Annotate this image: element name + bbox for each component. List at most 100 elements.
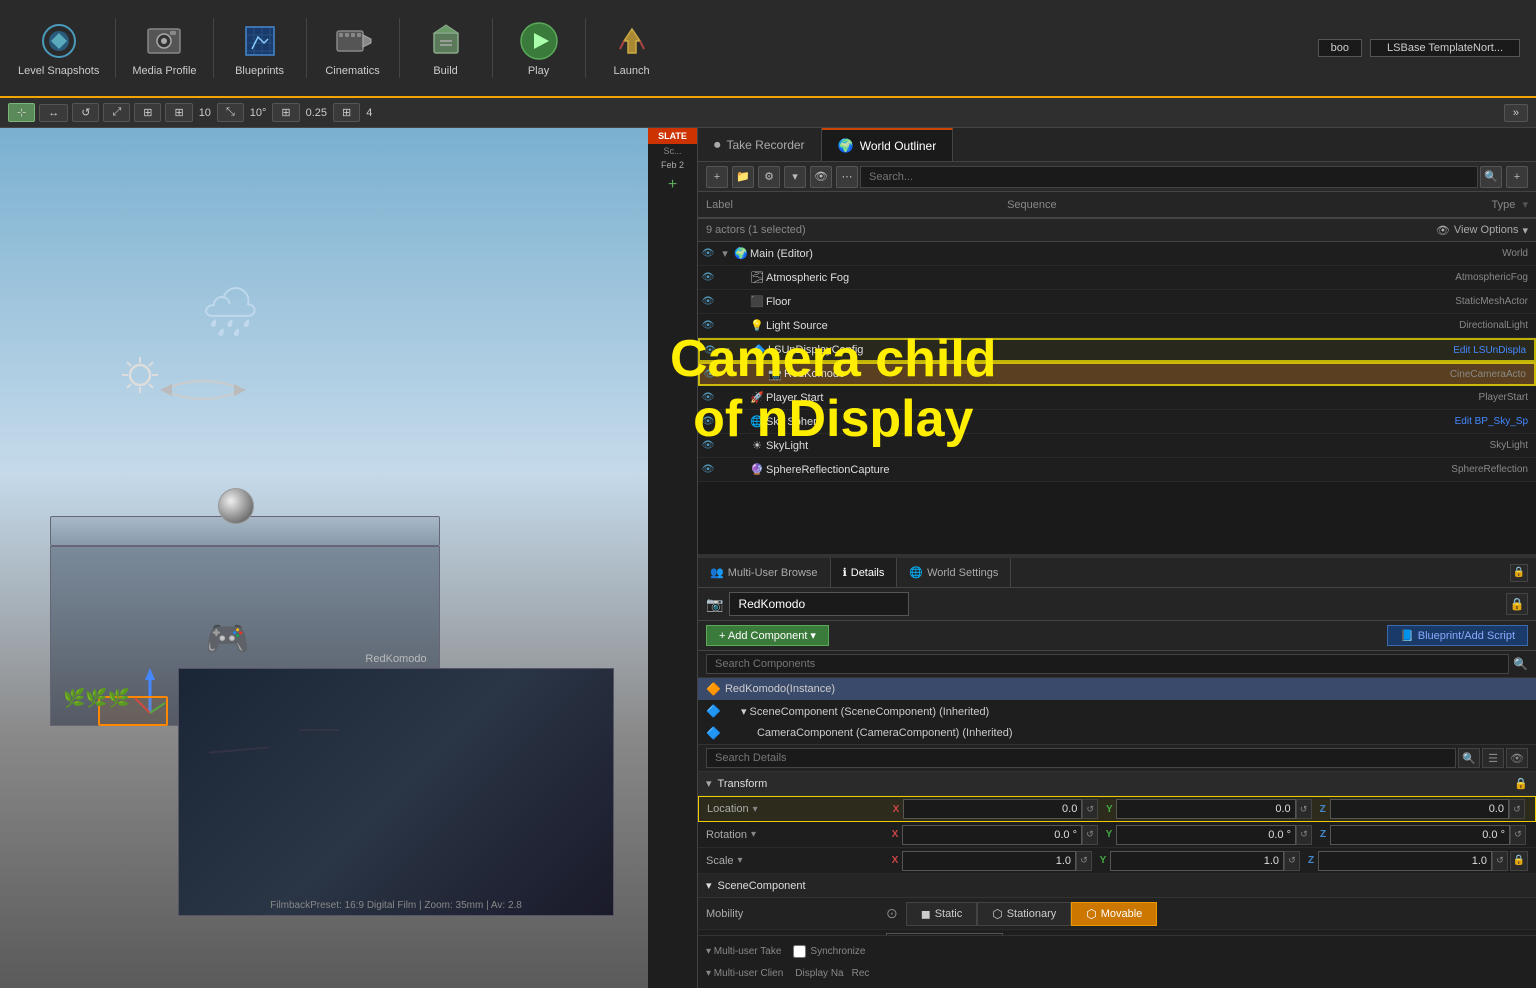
scale-z-reset[interactable]: ↺ [1492, 851, 1508, 871]
table-row[interactable]: 👁 🚀 Player Start PlayerStart [698, 386, 1536, 410]
actor-name-skylight: SkyLight [766, 440, 1043, 452]
grid-tool-btn[interactable]: ⊞ [165, 103, 192, 122]
rotation-z-input[interactable] [1330, 825, 1510, 845]
location-z-input[interactable] [1330, 799, 1509, 819]
visibility-icon[interactable]: 👁 [698, 320, 718, 331]
rotation-z-reset[interactable]: ↺ [1510, 825, 1526, 845]
rotation-y-reset[interactable]: ↺ [1296, 825, 1312, 845]
tab-world-outliner[interactable]: 🌍 World Outliner [822, 128, 954, 161]
actor-lock-btn[interactable]: 🔒 [1506, 593, 1528, 615]
filter-btn[interactable]: ▾ [784, 166, 806, 188]
view-options-btn[interactable]: 👁 View Options ▾ [1436, 224, 1528, 237]
table-row[interactable]: 👁 📷 RedKomodo CineCameraActo [698, 362, 1536, 386]
table-row[interactable]: 👁 ▾ 🌍 Main (Editor) World [698, 242, 1536, 266]
scale-lock-btn[interactable]: 🔒 [1510, 851, 1528, 871]
col-sequence-header: Sequence [999, 199, 1300, 211]
settings-btn[interactable]: ⚙ [758, 166, 780, 188]
scale-x-input[interactable] [902, 851, 1076, 871]
viewport-panel[interactable]: 🌧 [0, 128, 648, 988]
folder-btn[interactable]: 📁 [732, 166, 754, 188]
table-row[interactable]: 👁 ⬛ Floor StaticMeshActor [698, 290, 1536, 314]
scale-y-reset[interactable]: ↺ [1284, 851, 1300, 871]
multi-user-bottom: ▾ Multi-user Take Synchronize ▾ Multi-us… [698, 935, 1536, 988]
transform-tool-btn[interactable]: ⊞ [134, 103, 161, 122]
date-label: Feb 2 [648, 158, 697, 172]
launch-btn[interactable]: Launch [602, 19, 662, 77]
rotation-x-reset[interactable]: ↺ [1082, 825, 1098, 845]
search-details-input[interactable] [706, 748, 1456, 768]
component-row-camera[interactable]: 🔷 CameraComponent (CameraComponent) (Inh… [698, 722, 1536, 744]
tab-multi-user[interactable]: 👥 Multi-User Browse [698, 558, 831, 587]
tab-world-settings[interactable]: 🌐 World Settings [897, 558, 1011, 587]
select-tool-btn[interactable]: ⊹ [8, 103, 35, 122]
level-snapshots-btn[interactable]: Level Snapshots [18, 19, 99, 77]
mobility-movable-btn[interactable]: ⬡ Movable [1071, 902, 1157, 926]
transform-section-header[interactable]: ▾ Transform 🔒 [698, 772, 1536, 796]
table-row[interactable]: 👁 🌫 Atmospheric Fog AtmosphericFog [698, 266, 1536, 290]
cinematics-btn[interactable]: Cinematics [323, 19, 383, 77]
location-z-reset[interactable]: ↺ [1509, 799, 1525, 819]
scale-val-btn[interactable]: ⊞ [272, 103, 299, 122]
location-y-input[interactable] [1116, 799, 1295, 819]
location-y-reset[interactable]: ↺ [1296, 799, 1312, 819]
rotation-x-input[interactable] [902, 825, 1082, 845]
search-btn[interactable]: 🔍 [1480, 166, 1502, 188]
table-row[interactable]: 👁 ☀ SkyLight SkyLight [698, 434, 1536, 458]
scale-z-input[interactable] [1318, 851, 1492, 871]
visibility-icon[interactable]: 👁 [698, 440, 718, 451]
lod-btn[interactable]: ⊞ [333, 103, 360, 122]
visibility-icon[interactable]: 👁 [698, 464, 718, 475]
z-label: Z [1316, 804, 1330, 815]
rotate-tool-btn[interactable]: ↺ [72, 103, 99, 122]
visibility-icon[interactable]: 👁 [698, 416, 718, 427]
more-btn[interactable]: ⋯ [836, 166, 858, 188]
outliner-rows: 👁 ▾ 🌍 Main (Editor) World 👁 [698, 242, 1536, 482]
media-profile-btn[interactable]: Media Profile [132, 19, 196, 77]
search-components-input[interactable] [706, 654, 1509, 674]
expand-btn[interactable]: » [1504, 104, 1528, 122]
tab-take-recorder[interactable]: ⏺ Take Recorder [698, 128, 822, 161]
visibility-icon[interactable]: 👁 [700, 369, 720, 380]
visibility-icon[interactable]: 👁 [698, 248, 718, 259]
component-row-redkomodo[interactable]: 🔶 RedKomodo(Instance) [698, 678, 1536, 700]
mobility-stationary-btn[interactable]: ⬡ Stationary [977, 902, 1071, 926]
component-row-scene[interactable]: 🔷 ▾ SceneComponent (SceneComponent) (Inh… [698, 700, 1536, 722]
details-lock-btn[interactable]: 🔒 [1510, 564, 1528, 582]
eye-btn[interactable]: 👁 [810, 166, 832, 188]
build-btn[interactable]: Build [416, 19, 476, 77]
table-row[interactable]: 👁 ▾ 🔷 LSUnDisplayConfig Edit LSUnDispla [698, 338, 1536, 362]
actor-name-input[interactable] [729, 592, 909, 616]
move-tool-btn[interactable]: ↔ [39, 104, 68, 122]
filter-details-btn[interactable]: ☰ [1482, 748, 1504, 768]
scale-x-reset[interactable]: ↺ [1076, 851, 1092, 871]
scene-component-header[interactable]: ▾ SceneComponent [698, 874, 1536, 898]
tab-multi-user-label: Multi-User Browse [728, 567, 818, 579]
add-actor-btn[interactable]: + [706, 166, 728, 188]
location-x-reset[interactable]: ↺ [1082, 799, 1098, 819]
location-label: Location ▾ [707, 803, 887, 815]
sync-checkbox[interactable] [793, 945, 806, 958]
location-x-input[interactable] [903, 799, 1082, 819]
mobility-static-btn[interactable]: ◼ Static [906, 902, 977, 926]
visibility-icon[interactable]: 👁 [698, 392, 718, 403]
search-details-icon-btn[interactable]: 🔍 [1458, 748, 1480, 768]
eye-details-btn[interactable]: 👁 [1506, 748, 1528, 768]
outliner-search-input[interactable] [860, 166, 1478, 188]
tab-details[interactable]: ℹ Details [831, 558, 898, 587]
blueprints-btn[interactable]: Blueprints [230, 19, 290, 77]
rotation-y-input[interactable] [1116, 825, 1296, 845]
outliner-settings-btn[interactable]: + [1506, 166, 1528, 188]
scale-tool-btn[interactable]: ⤢ [103, 103, 130, 122]
scale-y-input[interactable] [1110, 851, 1284, 871]
table-row[interactable]: 👁 💡 Light Source DirectionalLight [698, 314, 1536, 338]
play-btn[interactable]: Play [509, 19, 569, 77]
visibility-icon[interactable]: 👁 [698, 296, 718, 307]
blueprint-script-btn[interactable]: 📘 Blueprint/Add Script [1387, 625, 1528, 646]
visibility-icon[interactable]: 👁 [700, 345, 720, 356]
add-component-btn[interactable]: + Add Component ▾ [706, 625, 829, 646]
table-row[interactable]: 👁 🌐 Sky Sphere Edit BP_Sky_Sp [698, 410, 1536, 434]
visibility-icon[interactable]: 👁 [698, 272, 718, 283]
snap-angle-btn[interactable]: ⤡ [217, 103, 244, 122]
add-btn[interactable]: + [648, 176, 697, 194]
table-row[interactable]: 👁 🔮 SphereReflectionCapture SphereReflec… [698, 458, 1536, 482]
